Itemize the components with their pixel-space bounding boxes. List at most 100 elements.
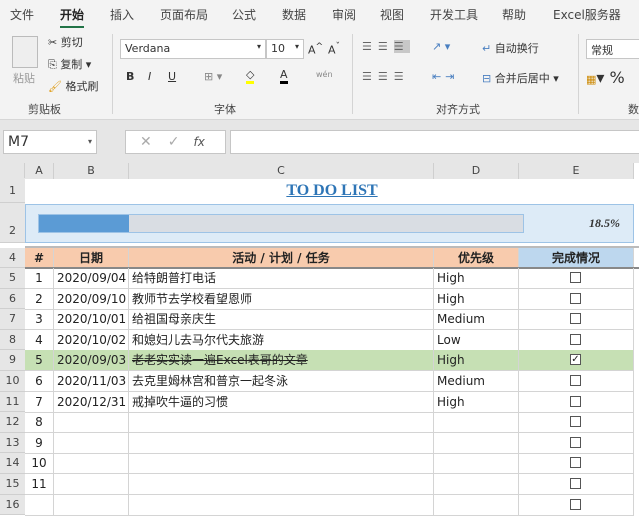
row-header[interactable]: 9: [0, 350, 25, 371]
italic-button[interactable]: I: [148, 70, 151, 83]
row-header[interactable]: 10: [0, 371, 25, 392]
cell-done[interactable]: [519, 268, 634, 289]
checkbox[interactable]: [570, 395, 581, 407]
vertical-align-icons[interactable]: ☰☰☰: [362, 40, 410, 53]
function-icon[interactable]: fx: [193, 135, 204, 149]
cell-date[interactable]: 2020/10/02: [54, 329, 129, 351]
tab-1[interactable]: 开始: [60, 6, 85, 29]
checkbox[interactable]: [570, 292, 581, 304]
cell-n[interactable]: 6: [25, 371, 54, 392]
number-format-select[interactable]: 常规: [586, 39, 639, 59]
cell-priority[interactable]: High: [434, 391, 519, 413]
cell-done[interactable]: [519, 391, 634, 413]
column-header[interactable]: B: [54, 163, 129, 179]
cell-n[interactable]: 9: [25, 432, 54, 454]
tab-7[interactable]: 视图: [380, 6, 404, 23]
row-header[interactable]: 5: [0, 268, 25, 289]
cell-date[interactable]: [54, 412, 129, 434]
font-size-select[interactable]: 10 ▾: [266, 39, 304, 59]
enter-icon[interactable]: ✓: [168, 134, 180, 150]
checkbox[interactable]: [570, 416, 581, 428]
cancel-icon[interactable]: ✕: [140, 134, 152, 150]
cell-priority[interactable]: High: [434, 288, 519, 310]
shrink-font-icon[interactable]: Aˇ: [328, 41, 340, 57]
cell-done[interactable]: [519, 474, 634, 495]
cell-done[interactable]: [519, 309, 634, 331]
bold-button[interactable]: B: [126, 70, 134, 83]
cell-task[interactable]: [129, 412, 434, 434]
tab-0[interactable]: 文件: [10, 6, 34, 23]
row-header[interactable]: 7: [0, 309, 25, 330]
grow-font-icon[interactable]: A^: [308, 41, 323, 57]
cut-button[interactable]: ✂ 剪切: [48, 34, 83, 50]
tab-8[interactable]: 开发工具: [430, 6, 478, 23]
cell-task[interactable]: 给祖国母亲庆生: [129, 309, 434, 331]
wrap-text-button[interactable]: ↵ 自动换行: [482, 40, 539, 56]
column-header[interactable]: A: [25, 163, 54, 179]
cell-priority[interactable]: Medium: [434, 309, 519, 331]
cell-priority[interactable]: [434, 474, 519, 495]
checkbox[interactable]: ✓: [570, 354, 581, 366]
cell-priority[interactable]: Low: [434, 329, 519, 351]
name-box[interactable]: M7 ▾: [3, 130, 97, 154]
cell-priority[interactable]: High: [434, 350, 519, 372]
cell-done[interactable]: [519, 288, 634, 310]
cell-date[interactable]: 2020/11/03: [54, 371, 129, 392]
cell-task[interactable]: [129, 453, 434, 475]
paste-button[interactable]: 粘贴: [13, 70, 35, 86]
cell-n[interactable]: 1: [25, 268, 54, 289]
tab-2[interactable]: 插入: [110, 6, 134, 23]
cell-done[interactable]: [519, 329, 634, 351]
cell-n[interactable]: 11: [25, 474, 54, 495]
cell-n[interactable]: 8: [25, 412, 54, 434]
cell-task[interactable]: [129, 432, 434, 454]
border-icon[interactable]: ⊞ ▾: [204, 70, 222, 83]
cell-done[interactable]: [519, 453, 634, 475]
row-header[interactable]: 6: [0, 288, 25, 310]
copy-button[interactable]: ⎘ 复制 ▾: [48, 56, 91, 72]
cell-priority[interactable]: High: [434, 268, 519, 289]
cell-date[interactable]: 2020/09/10: [54, 288, 129, 310]
phonetic-icon[interactable]: wén: [316, 70, 333, 79]
row-header[interactable]: 15: [0, 474, 25, 495]
tab-9[interactable]: 帮助: [502, 6, 526, 23]
merge-center-button[interactable]: ⊟ 合并后居中 ▾: [482, 70, 559, 86]
checkbox[interactable]: [570, 457, 581, 469]
percent-button[interactable]: ▦▾ %: [586, 68, 625, 87]
row-header[interactable]: 13: [0, 432, 25, 454]
row-header[interactable]: 2: [0, 203, 25, 243]
column-header[interactable]: C: [129, 163, 434, 179]
column-header[interactable]: E: [519, 163, 634, 179]
cell-done[interactable]: [519, 412, 634, 434]
formula-input[interactable]: [230, 130, 639, 154]
cell-done[interactable]: [519, 432, 634, 454]
cell-date[interactable]: [54, 474, 129, 495]
tab-4[interactable]: 公式: [232, 6, 256, 23]
select-all-corner[interactable]: [0, 163, 25, 179]
cell-date[interactable]: 2020/12/31: [54, 391, 129, 413]
row-header[interactable]: 11: [0, 391, 25, 413]
cell-task[interactable]: 和媳妇儿去马尔代夫旅游: [129, 329, 434, 351]
checkbox[interactable]: [570, 272, 581, 283]
cell-date[interactable]: [54, 453, 129, 475]
checkbox[interactable]: [570, 478, 581, 489]
cell-date[interactable]: [54, 432, 129, 454]
indent-icons[interactable]: ⇤⇥: [432, 70, 458, 83]
checkbox[interactable]: [570, 375, 581, 386]
cell-task[interactable]: [129, 474, 434, 495]
row-header[interactable]: 4: [0, 248, 25, 268]
font-color-button[interactable]: A: [280, 68, 288, 84]
cell-n[interactable]: 3: [25, 309, 54, 331]
cell-date[interactable]: 2020/09/04: [54, 268, 129, 289]
cell-priority[interactable]: [434, 412, 519, 434]
underline-button[interactable]: U: [168, 70, 176, 83]
tab-6[interactable]: 审阅: [332, 6, 356, 23]
tab-10[interactable]: Excel服务器: [553, 6, 621, 23]
tab-3[interactable]: 页面布局: [160, 6, 208, 23]
cell-priority[interactable]: [434, 453, 519, 475]
horizontal-align-icons[interactable]: ☰☰☰: [362, 70, 410, 83]
cell-date[interactable]: 2020/10/01: [54, 309, 129, 331]
cell-task[interactable]: 戒掉吹牛逼的习惯: [129, 391, 434, 413]
row-header[interactable]: 1: [0, 178, 25, 203]
cell-n[interactable]: 4: [25, 329, 54, 351]
